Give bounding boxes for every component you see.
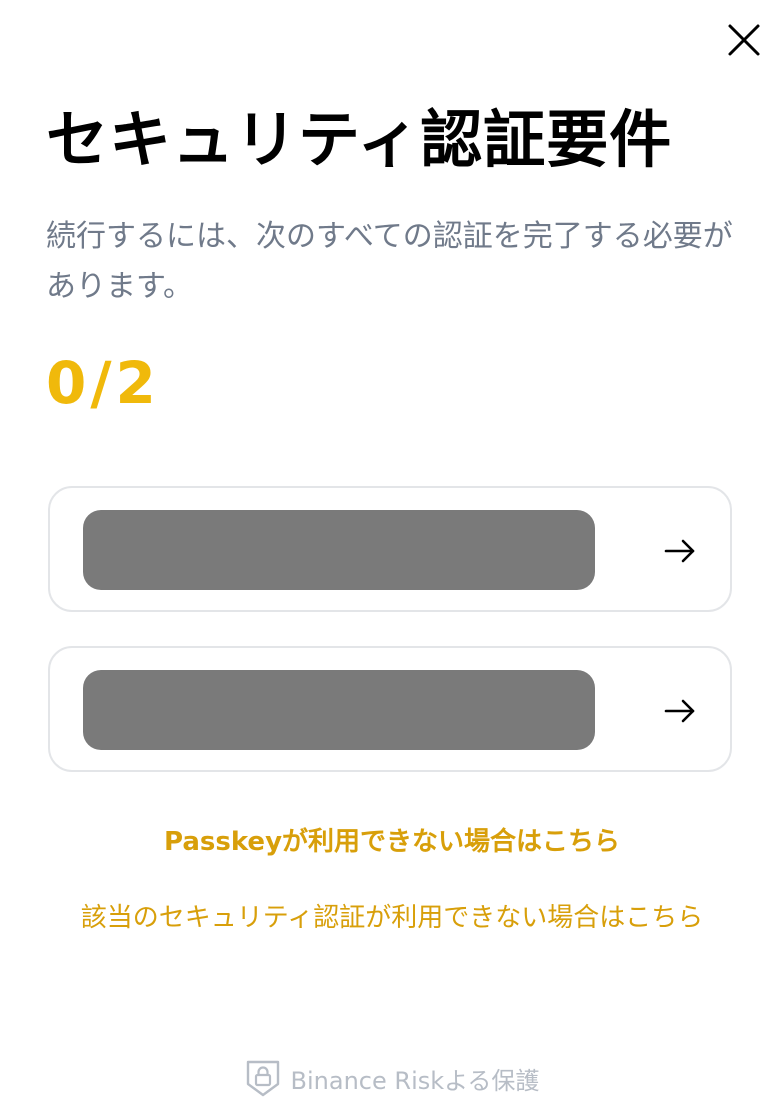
page-subtitle: 続行するには、次のすべての認証を完了する必要があります。 (46, 219, 733, 304)
passkey-unavailable-link[interactable]: Passkeyが利用できない場合はこちら (0, 822, 784, 862)
page-title: セキュリティ認証要件 (46, 103, 673, 176)
verification-method-1[interactable] (48, 486, 732, 612)
close-icon (728, 24, 760, 56)
verification-method-2-label (83, 670, 595, 750)
security-unavailable-link[interactable]: 該当のセキュリティ認証が利用できない場合はこちら (0, 898, 784, 938)
verification-method-1-label (83, 510, 595, 590)
arrow-right-icon (662, 693, 698, 729)
footer-text: Binance Riskよる保護 (290, 1066, 540, 1095)
shield-lock-icon (245, 1058, 281, 1098)
close-button[interactable] (724, 20, 764, 60)
arrow-right-icon (662, 533, 698, 569)
verification-method-2[interactable] (48, 646, 732, 772)
progress-counter: 0/2 (46, 349, 160, 417)
footer-protection: Binance Riskよる保護 (0, 1056, 784, 1100)
